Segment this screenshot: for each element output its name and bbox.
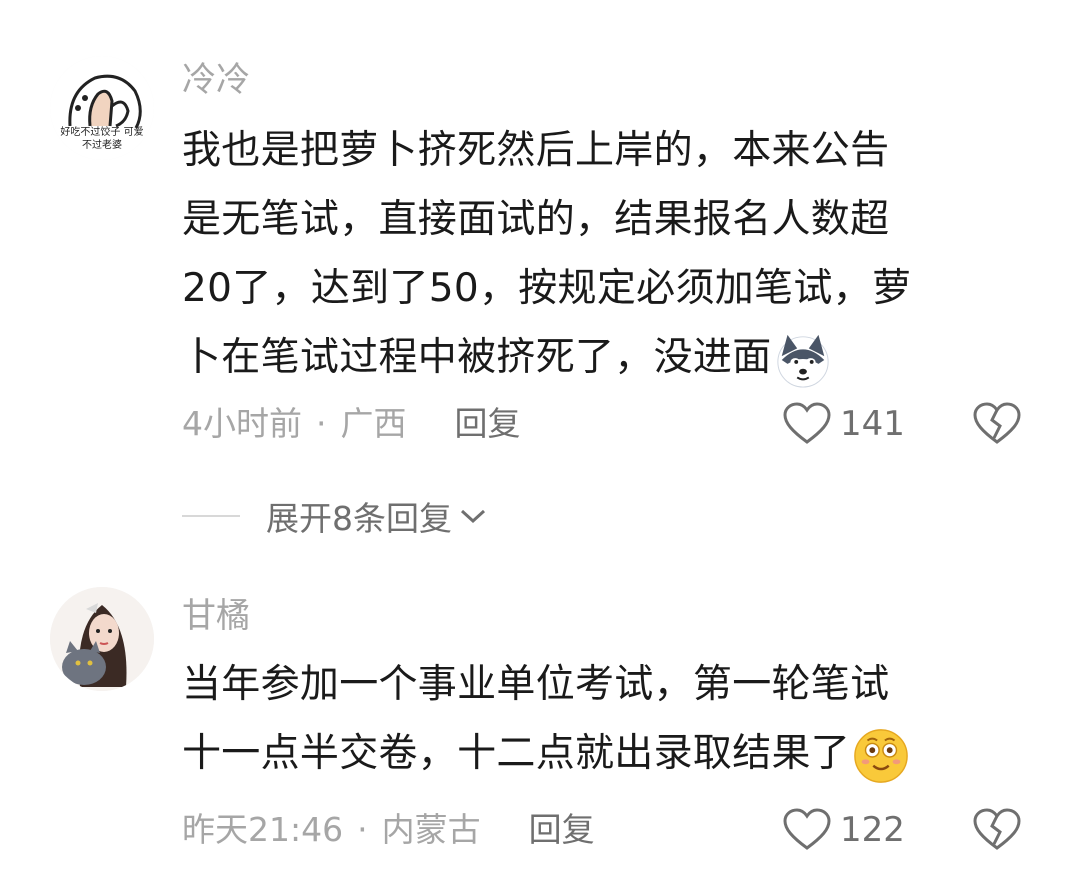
comment-line: 当年参加一个事业单位考试，第一轮笔试 (182, 662, 890, 707)
divider-line (182, 515, 240, 517)
chevron-down-icon (460, 509, 486, 524)
avatar-caption: 好吃不过饺子 可爱不过老婆 (60, 127, 144, 151)
comment-meta: 昨天21:46 · 内蒙古 回复 (182, 810, 595, 850)
comment-line: 十一点半交卷，十二点就出录取结果了 (182, 731, 851, 776)
husky-dog-emoji-icon (776, 334, 829, 388)
comment-line-last: 卜在笔试过程中被挤死了，没进面 (182, 323, 1012, 392)
comment-line: 我也是把萝卜挤死然后上岸的，本来公告 (182, 128, 890, 173)
comment-text: 当年参加一个事业单位考试，第一轮笔试 十一点半交卷，十二点就出录取结果了 (182, 650, 1012, 788)
like-button[interactable]: 122 (782, 808, 905, 852)
comment-line: 20了，达到了50，按规定必须加笔试，萝 (182, 266, 912, 311)
dislike-button[interactable] (972, 402, 1022, 450)
heart-icon (783, 402, 831, 444)
avatar-portrait-icon (50, 587, 154, 691)
comment-meta: 4小时前 · 广西 回复 (182, 404, 521, 444)
expand-replies-button[interactable]: 展开8条回复 (182, 492, 488, 540)
avatar[interactable]: 好吃不过饺子 可爱不过老婆 (50, 56, 154, 160)
dislike-button[interactable] (972, 808, 1022, 856)
broken-heart-icon (973, 808, 1021, 850)
broken-heart-icon (973, 402, 1021, 444)
smiling-face-emoji-icon (854, 728, 908, 783)
username[interactable]: 冷冷 (182, 60, 250, 100)
comment-text: 我也是把萝卜挤死然后上岸的，本来公告 是无笔试，直接面试的，结果报名人数超 20… (182, 116, 1012, 392)
like-count: 122 (840, 810, 905, 850)
timestamp: 4小时前 (182, 404, 302, 443)
location: 广西 (340, 404, 407, 443)
heart-icon (783, 808, 831, 850)
expand-replies-label: 展开8条回复 (266, 499, 452, 538)
avatar[interactable] (50, 587, 154, 691)
meta-separator: · (357, 810, 368, 849)
location: 内蒙古 (381, 810, 481, 849)
comment-line-last: 十一点半交卷，十二点就出录取结果了 (182, 719, 1012, 788)
reply-button[interactable]: 回复 (529, 810, 595, 850)
meta-separator: · (316, 404, 327, 443)
comment-line: 卜在笔试过程中被挤死了，没进面 (182, 335, 772, 380)
like-button[interactable]: 141 (782, 402, 905, 446)
reply-button[interactable]: 回复 (455, 404, 521, 444)
timestamp: 昨天21:46 (182, 810, 344, 849)
username[interactable]: 甘橘 (182, 596, 250, 636)
comment-line: 是无笔试，直接面试的，结果报名人数超 (182, 197, 890, 242)
like-count: 141 (840, 404, 905, 444)
